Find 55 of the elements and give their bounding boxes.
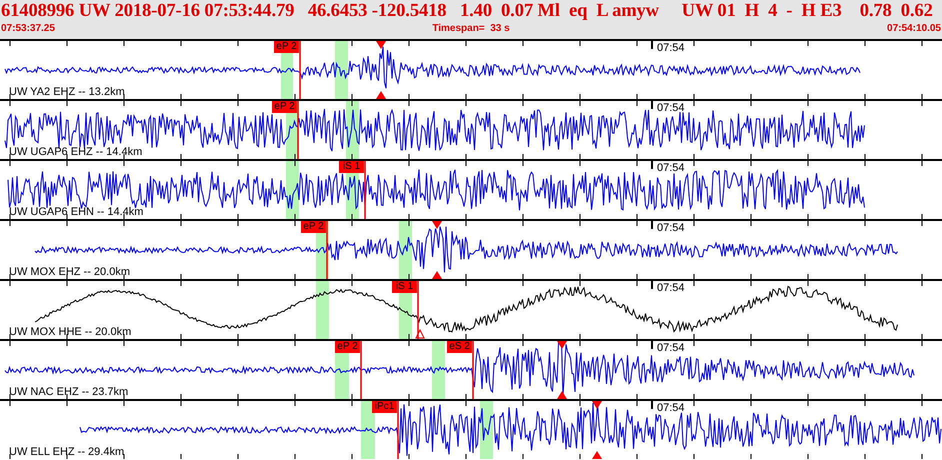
pick-flag[interactable]: eP 2 — [335, 341, 360, 353]
triangle-icon — [557, 341, 567, 349]
triangle-icon — [557, 391, 567, 399]
station-label: UW NAC EHZ -- 23.7km — [9, 386, 128, 399]
pick-flag[interactable]: iS 1 — [392, 281, 417, 293]
highlight-band — [316, 281, 329, 339]
pick-line — [360, 341, 362, 399]
station-label: UW MOX EHZ -- 20.0km — [9, 266, 130, 279]
station-label: UW UGAP6 EHZ -- 14.4km — [9, 146, 142, 159]
station-label: UW YA2 EHZ -- 13.2km — [9, 86, 125, 99]
event-summary: 61408996 UW 2018-07-16 07:53:44.79 46.6453 -120.5418 1.40 0.07 Ml eq L amyw UW 01 H 4 - H E3 0.78 0.62 — [0, 0, 934, 22]
trace-panel[interactable]: eP 2 07:54 UW MOX EHZ -- 20.0km — [0, 219, 942, 279]
pick-flag[interactable]: eP 2 — [274, 41, 299, 53]
time-label: 07:54 — [657, 342, 685, 354]
pick-line — [417, 281, 419, 339]
pick-flag[interactable]: iPc1 — [372, 401, 397, 413]
triangle-icon — [376, 41, 386, 49]
time-label: 07:54 — [657, 222, 685, 234]
pick-line — [299, 41, 301, 99]
pick-line — [472, 341, 474, 399]
highlight-band — [335, 41, 348, 99]
triangle-icon — [415, 328, 425, 338]
pick-flag[interactable]: eS 2 — [447, 341, 472, 353]
triangle-icon — [592, 401, 602, 409]
pick-line — [326, 221, 328, 279]
trace-panel[interactable]: iS 1 07:54 UW UGAP6 EHN -- 14.4km — [0, 159, 942, 219]
time-label: 07:54 — [657, 42, 685, 54]
pick-flag[interactable]: eP 2 — [301, 221, 326, 233]
highlight-band — [361, 401, 375, 459]
pick-line — [364, 161, 366, 219]
pick-line — [297, 101, 299, 159]
trace-panel[interactable]: eP 2 eS 2 07:54 UW NAC EHZ -- 23.7km — [0, 339, 942, 399]
trace-panel[interactable]: iS 1 07:54 UW MOX HHE -- 20.0km — [0, 279, 942, 339]
highlight-band — [399, 221, 412, 279]
time-label: 07:54 — [657, 102, 685, 114]
triangle-icon — [432, 221, 442, 229]
pick-flag[interactable]: iS 1 — [339, 161, 364, 173]
highlight-band — [432, 341, 445, 399]
pick-flag[interactable]: eP 2 — [272, 101, 297, 113]
trace-panel[interactable]: eP 2 07:54 UW YA2 EHZ -- 13.2km — [0, 39, 942, 99]
trace-panel[interactable]: eP 2 07:54 UW UGAP6 EHZ -- 14.4km — [0, 99, 942, 159]
timespan-label: Timespan= 33 s — [432, 22, 510, 35]
start-time: 07:53:37.25 — [1, 22, 55, 35]
pick-line — [397, 401, 399, 459]
triangle-icon — [432, 271, 442, 279]
time-label: 07:54 — [657, 402, 685, 414]
triangle-icon — [592, 451, 602, 459]
station-label: UW ELL EHZ -- 29.4km — [9, 446, 124, 459]
time-label: 07:54 — [657, 162, 685, 174]
station-label: UW UGAP6 EHN -- 14.4km — [9, 206, 144, 219]
end-time: 07:54:10.05 — [887, 22, 941, 35]
time-label: 07:54 — [657, 282, 685, 294]
station-label: UW MOX HHE -- 20.0km — [9, 326, 132, 339]
trace-panel[interactable]: iPc1 07:54 UW ELL EHZ -- 29.4km — [0, 399, 942, 459]
triangle-icon — [376, 91, 386, 99]
